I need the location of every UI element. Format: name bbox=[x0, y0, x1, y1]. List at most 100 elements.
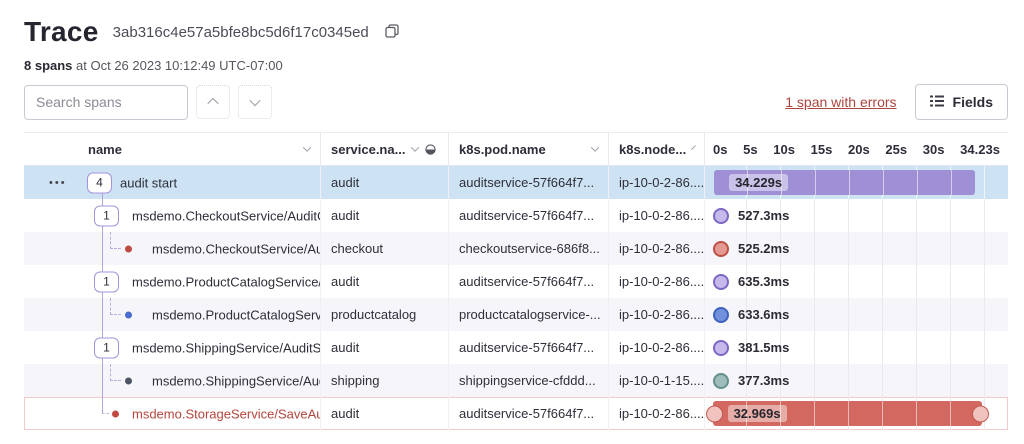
span-row[interactable]: msdemo.ProductCatalogServic...productcat… bbox=[24, 298, 1008, 331]
table-body: •••4audit startauditauditservice-57f664f… bbox=[24, 166, 1008, 430]
span-end-circle bbox=[972, 405, 989, 422]
duration-label: 32.969s bbox=[728, 405, 787, 422]
prev-match-button[interactable] bbox=[196, 85, 230, 119]
tree-dot bbox=[125, 377, 132, 384]
span-row[interactable]: msdemo.CheckoutService/Audi...checkoutch… bbox=[24, 232, 1008, 265]
span-row[interactable]: msdemo.ShippingService/Audit...shippings… bbox=[24, 364, 1008, 397]
axis-tick-label: 34.23s bbox=[960, 142, 1000, 157]
duration-label: 34.229s bbox=[729, 174, 788, 191]
node-cell: ip-10-0-2-86.... bbox=[608, 265, 704, 298]
span-name-cell: msdemo.ProductCatalogServic... bbox=[24, 298, 320, 331]
span-name: msdemo.ShippingService/Audit... bbox=[152, 373, 320, 388]
fields-list-icon bbox=[930, 94, 944, 110]
span-name-cell: 1 msdemo.ProductCatalogService/A... bbox=[24, 265, 320, 298]
column-label: k8s.pod.name bbox=[459, 142, 546, 157]
span-sphere-icon[interactable] bbox=[713, 340, 729, 356]
duration-label: 633.6ms bbox=[738, 307, 789, 322]
span-duration-row: 633.6ms bbox=[705, 298, 1008, 331]
axis-tick-label: 15s bbox=[811, 142, 833, 157]
tree-dot bbox=[125, 311, 132, 318]
service-cell: productcatalog bbox=[320, 298, 448, 331]
errors-link[interactable]: 1 span with errors bbox=[785, 94, 896, 110]
duration-bar[interactable]: 32.969s bbox=[713, 401, 983, 426]
span-duration-row: 525.2ms bbox=[705, 232, 1008, 265]
span-sphere-icon[interactable] bbox=[713, 274, 729, 290]
sort-chevron-icon[interactable] bbox=[691, 145, 696, 150]
span-name: msdemo.ProductCatalogServic... bbox=[152, 307, 320, 322]
pod-cell: auditservice-57f664f7... bbox=[448, 199, 608, 232]
expand-count-box[interactable]: 4 bbox=[87, 172, 112, 193]
span-duration-row: 381.5ms bbox=[705, 331, 1008, 364]
pod-cell: checkoutservice-686f8... bbox=[448, 232, 608, 265]
sort-chevron-icon[interactable] bbox=[411, 143, 419, 151]
duration-bar[interactable]: 34.229s bbox=[714, 170, 975, 195]
tree-line bbox=[102, 232, 103, 265]
search-input[interactable] bbox=[24, 85, 188, 120]
span-row[interactable]: •••4audit startauditauditservice-57f664f… bbox=[24, 166, 1008, 199]
tree-elbow bbox=[110, 298, 121, 315]
chevron-down-icon bbox=[249, 95, 260, 106]
next-match-button[interactable] bbox=[238, 85, 272, 119]
column-header-pod-name[interactable]: k8s.pod.name bbox=[448, 133, 608, 165]
fields-button-label: Fields bbox=[953, 94, 993, 110]
span-sphere-icon[interactable] bbox=[713, 208, 729, 224]
sort-chevron-icon[interactable] bbox=[591, 143, 599, 151]
droplet-icon bbox=[425, 144, 436, 155]
fields-button[interactable]: Fields bbox=[915, 84, 1008, 120]
expand-count-box[interactable]: 1 bbox=[94, 271, 119, 292]
span-sphere-icon[interactable] bbox=[713, 307, 729, 323]
kebab-menu-icon[interactable]: ••• bbox=[49, 177, 67, 189]
span-name: msdemo.CheckoutService/AuditC... bbox=[132, 208, 320, 223]
span-name: msdemo.ShippingService/AuditShi... bbox=[132, 340, 320, 355]
node-cell: ip-10-0-2-86.... bbox=[608, 331, 704, 364]
span-start-circle bbox=[706, 405, 723, 422]
node-cell: ip-10-0-2-86.... bbox=[608, 232, 704, 265]
span-count-summary: 8 spans at Oct 26 2023 10:12:49 UTC-07:0… bbox=[24, 58, 1008, 73]
page-header: Trace 3ab316c4e57a5bfe8bc5d6f17c0345ed bbox=[24, 16, 1008, 48]
column-header-node-name[interactable]: k8s.node... bbox=[608, 133, 704, 165]
axis-tick-label: 25s bbox=[885, 142, 907, 157]
copy-trace-id-button[interactable] bbox=[383, 22, 401, 43]
span-row[interactable]: msdemo.StorageService/SaveAuditauditaudi… bbox=[24, 397, 1008, 430]
column-header-service-name[interactable]: service.na... bbox=[320, 133, 448, 165]
duration-label: 377.3ms bbox=[738, 373, 789, 388]
axis-tick-label: 30s bbox=[923, 142, 945, 157]
waterfall-cell: 377.3ms bbox=[704, 364, 1008, 397]
span-row[interactable]: 1msdemo.ShippingService/AuditShi...audit… bbox=[24, 331, 1008, 364]
span-name: msdemo.CheckoutService/Audi... bbox=[152, 241, 320, 256]
expand-count-box[interactable]: 1 bbox=[94, 337, 119, 358]
tree-elbow bbox=[110, 364, 121, 381]
span-name-cell: msdemo.CheckoutService/Audi... bbox=[24, 232, 320, 265]
waterfall-cell: 525.2ms bbox=[704, 232, 1008, 265]
service-cell: audit bbox=[320, 397, 448, 430]
toolbar: 1 span with errors Fields bbox=[24, 84, 1008, 120]
column-header-name[interactable]: name bbox=[24, 133, 320, 165]
span-row[interactable]: 1msdemo.ProductCatalogService/A...audita… bbox=[24, 265, 1008, 298]
waterfall-cell: 527.3ms bbox=[704, 199, 1008, 232]
service-cell: shipping bbox=[320, 364, 448, 397]
column-label: service.na... bbox=[331, 142, 405, 157]
duration-label: 635.3ms bbox=[738, 274, 789, 289]
node-cell: ip-10-0-1-15.... bbox=[608, 364, 704, 397]
span-sphere-icon[interactable] bbox=[713, 373, 729, 389]
tree-elbow bbox=[102, 397, 109, 414]
span-sphere-icon[interactable] bbox=[713, 241, 729, 257]
trace-id: 3ab316c4e57a5bfe8bc5d6f17c0345ed bbox=[113, 24, 369, 41]
expand-count-box[interactable]: 1 bbox=[94, 205, 119, 226]
span-name: audit start bbox=[120, 175, 177, 190]
waterfall-cell: 633.6ms bbox=[704, 298, 1008, 331]
span-row[interactable]: 1msdemo.CheckoutService/AuditC...auditau… bbox=[24, 199, 1008, 232]
node-cell: ip-10-0-2-86.... bbox=[608, 166, 704, 199]
chevron-up-icon bbox=[207, 98, 218, 109]
span-duration-row: 527.3ms bbox=[705, 199, 1008, 232]
span-name: msdemo.ProductCatalogService/A... bbox=[132, 274, 320, 289]
span-duration-row: 377.3ms bbox=[705, 364, 1008, 397]
column-label: k8s.node... bbox=[619, 142, 686, 157]
node-cell: ip-10-0-2-86.... bbox=[608, 298, 704, 331]
span-count: 8 spans bbox=[24, 58, 72, 73]
trace-page: Trace 3ab316c4e57a5bfe8bc5d6f17c0345ed 8… bbox=[0, 0, 1024, 430]
sort-chevron-icon[interactable] bbox=[303, 143, 311, 151]
service-cell: audit bbox=[320, 166, 448, 199]
tree-dot bbox=[125, 245, 132, 252]
pod-cell: productcatalogservice-... bbox=[448, 298, 608, 331]
